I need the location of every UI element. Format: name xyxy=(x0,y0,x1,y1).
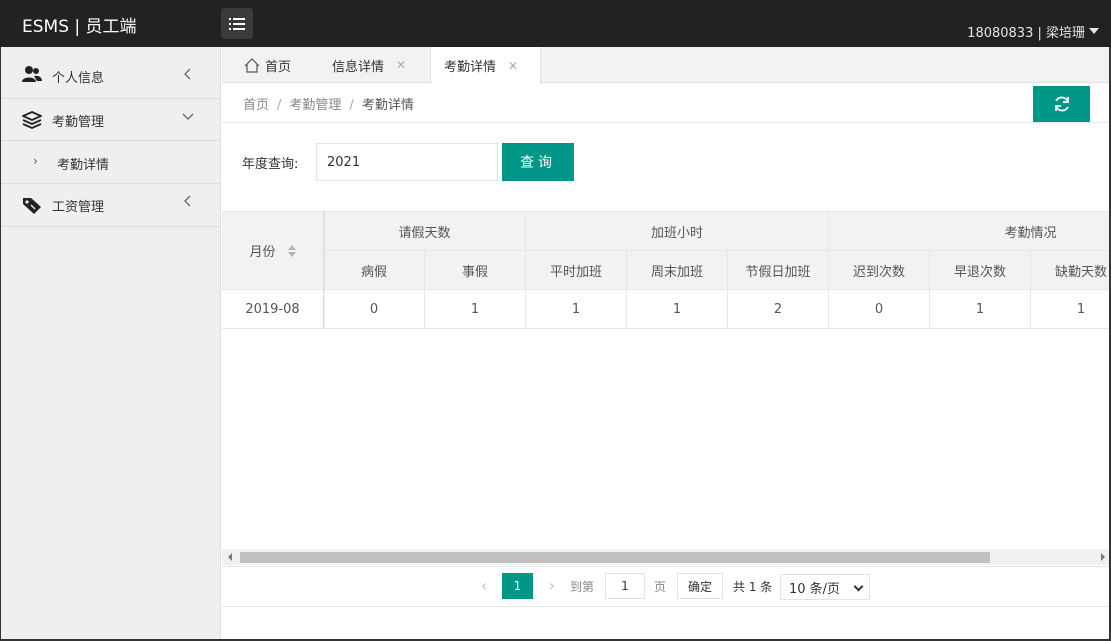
next-page-button[interactable]: › xyxy=(542,574,562,598)
scroll-thumb[interactable] xyxy=(240,552,990,563)
sidebar-item-label: 工资管理 xyxy=(52,200,105,215)
table-cell: 1 xyxy=(627,290,728,329)
column-header: 平时加班 xyxy=(526,251,627,290)
group-header-overtime: 加班小时 xyxy=(526,212,829,251)
month-column-header[interactable]: 月份 xyxy=(222,212,324,290)
goto-label: 到第 xyxy=(570,580,595,594)
total-count: 共 1 条 xyxy=(733,580,773,594)
page-size-value: 10 条/页 xyxy=(789,581,841,597)
page-size-select[interactable]: 10 条/页 xyxy=(780,574,870,600)
top-bar: ESMS | 员工端 18080833 | 梁培珊 xyxy=(0,0,1111,47)
window-border xyxy=(0,47,1,641)
divider xyxy=(222,606,1111,607)
refresh-button[interactable] xyxy=(1033,86,1090,122)
group-header-leave: 请假天数 xyxy=(324,212,526,251)
table-cell: 1 xyxy=(1031,290,1111,329)
sidebar-item-label: 个人信息 xyxy=(52,71,105,86)
chevron-right-icon: › xyxy=(33,154,38,168)
table-cell: 2 xyxy=(728,290,829,329)
page-label: 页 xyxy=(654,580,667,594)
table-cell: 1 xyxy=(930,290,1031,329)
user-menu[interactable]: 18080833 | 梁培珊 xyxy=(967,22,1085,41)
tab-label: 首页 xyxy=(265,59,292,75)
breadcrumb-item[interactable]: 首页 xyxy=(243,98,269,113)
divider xyxy=(222,566,1111,567)
sidebar-subitem-attendance-detail[interactable]: › 考勤详情 xyxy=(0,141,220,184)
sidebar-subitem-label: 考勤详情 xyxy=(57,158,110,173)
sidebar-item-personal-info[interactable]: 个人信息 xyxy=(0,47,220,99)
close-icon[interactable]: ✕ xyxy=(396,58,406,72)
group-header-attendance: 考勤情况 xyxy=(829,212,1111,251)
chevron-down-icon xyxy=(853,581,864,592)
layers-icon xyxy=(22,111,42,129)
table-cell: 1 xyxy=(526,290,627,329)
year-input[interactable] xyxy=(316,143,498,181)
menu-toggle-button[interactable] xyxy=(221,8,253,39)
refresh-icon xyxy=(1054,96,1069,112)
breadcrumb: 首页 / 考勤管理 / 考勤详情 xyxy=(243,98,414,113)
column-header: 缺勤天数 xyxy=(1031,251,1111,290)
fixed-column-shadow xyxy=(323,211,325,329)
sidebar-item-salary[interactable]: 工资管理 xyxy=(0,184,220,227)
tab-bar: 首页 信息详情 ✕ 考勤详情 ✕ xyxy=(222,47,1111,84)
goto-page-input[interactable] xyxy=(605,573,645,599)
column-header: 节假日加班 xyxy=(728,251,829,290)
home-icon xyxy=(244,57,260,73)
column-header: 病假 xyxy=(324,251,425,290)
attendance-table: 月份 请假天数 加班小时 考勤情况 病假 事假 平时加班 周末加班 节假日加班 … xyxy=(222,211,1111,329)
chevron-left-icon xyxy=(184,68,191,80)
divider xyxy=(222,122,1111,123)
column-header: 事假 xyxy=(425,251,526,290)
tab-info-detail[interactable]: 信息详情 ✕ xyxy=(332,47,406,83)
tab-attendance-detail[interactable]: 考勤详情 ✕ xyxy=(430,47,541,84)
query-button[interactable]: 查询 xyxy=(502,143,574,181)
table-cell: 0 xyxy=(324,290,425,329)
sort-icon[interactable] xyxy=(287,244,296,257)
column-header: 迟到次数 xyxy=(829,251,930,290)
breadcrumb-item[interactable]: 考勤管理 xyxy=(289,98,341,113)
goto-confirm-button[interactable]: 确定 xyxy=(677,573,723,599)
close-icon[interactable]: ✕ xyxy=(508,59,518,73)
page-number-current[interactable]: 1 xyxy=(502,573,533,599)
column-header: 周末加班 xyxy=(627,251,728,290)
user-group-icon xyxy=(22,66,42,82)
chevron-left-icon xyxy=(184,195,191,207)
scroll-right-arrow-icon[interactable] xyxy=(1101,553,1105,561)
menu-icon xyxy=(229,17,245,30)
table-cell-month: 2019-08 xyxy=(222,290,324,329)
table-cell: 0 xyxy=(829,290,930,329)
sidebar-item-label: 考勤管理 xyxy=(52,115,105,130)
brand-title: ESMS | 员工端 xyxy=(22,17,137,37)
chevron-down-icon xyxy=(182,113,194,120)
year-query-label: 年度查询: xyxy=(242,157,299,172)
tag-icon xyxy=(23,198,41,214)
scroll-left-arrow-icon[interactable] xyxy=(228,553,232,561)
table-cell: 1 xyxy=(425,290,526,329)
caret-down-icon[interactable] xyxy=(1089,28,1099,34)
tab-home[interactable]: 首页 xyxy=(244,47,291,83)
horizontal-scrollbar[interactable] xyxy=(222,549,1111,565)
column-header: 早退次数 xyxy=(930,251,1031,290)
prev-page-button[interactable]: ‹ xyxy=(474,574,494,598)
sidebar: 个人信息 考勤管理 › 考勤详情 工资管理 xyxy=(0,47,221,641)
tab-label: 信息详情 xyxy=(332,59,385,75)
breadcrumb-current: 考勤详情 xyxy=(361,98,414,113)
tab-label: 考勤详情 xyxy=(444,60,497,75)
sidebar-item-attendance[interactable]: 考勤管理 xyxy=(0,99,220,141)
